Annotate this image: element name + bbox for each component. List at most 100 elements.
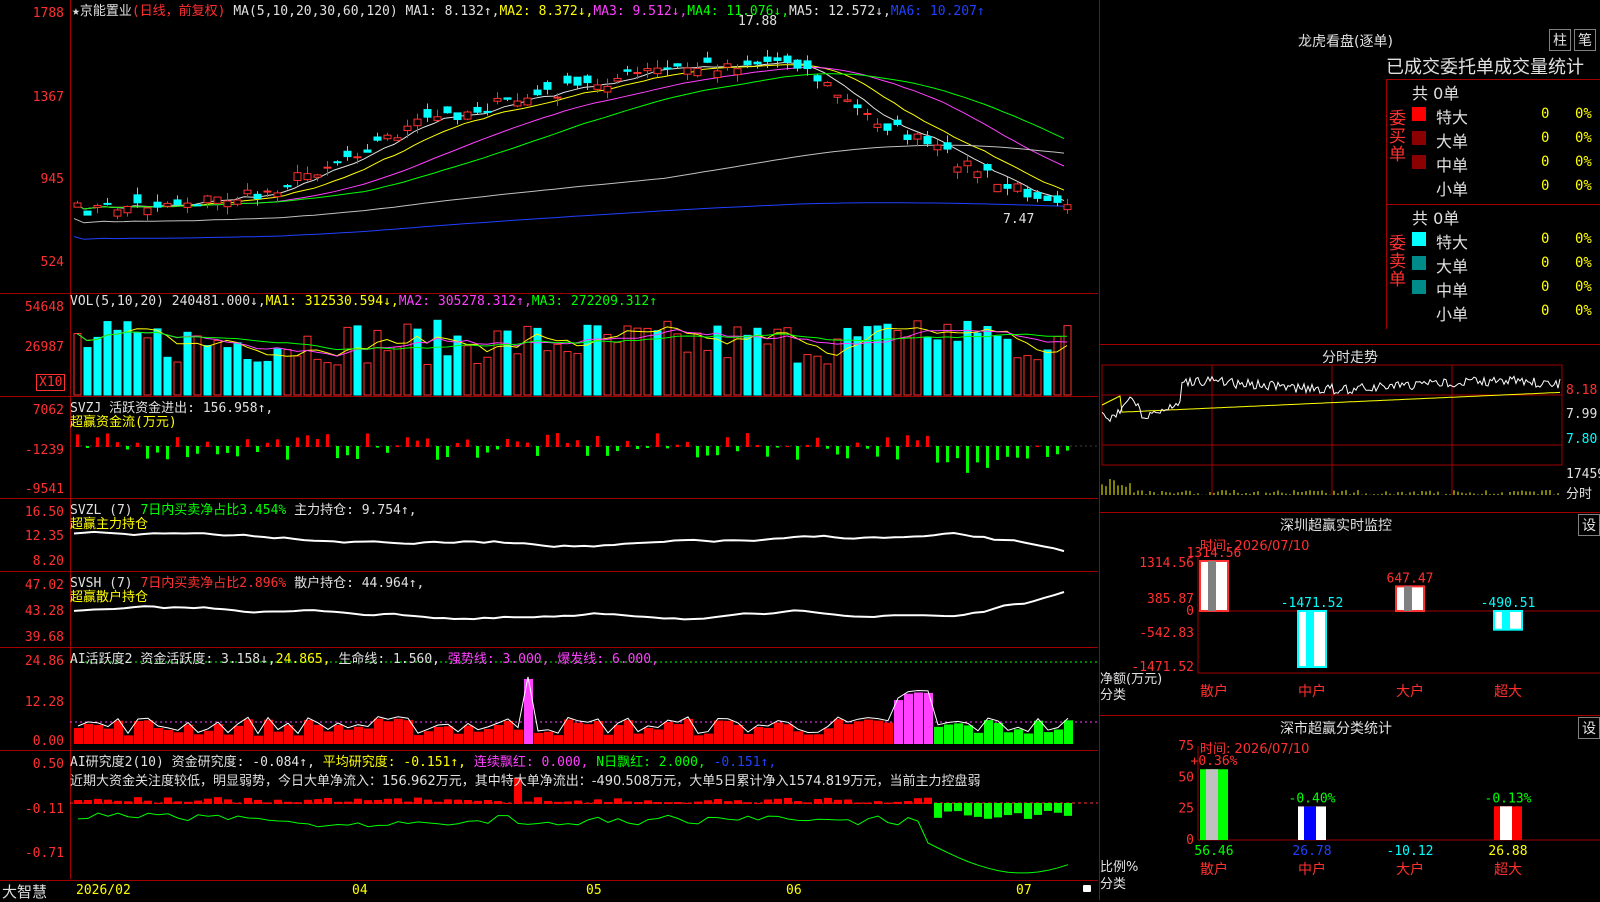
research-bar xyxy=(644,800,652,804)
research-bar xyxy=(304,799,312,804)
net-amount-bar-chart[interactable]: 1314.56385.870-542.83-1471.521314.56散户-1… xyxy=(1100,513,1600,715)
research-bar xyxy=(704,800,712,804)
research-bar xyxy=(594,799,602,804)
svzl-subtitle: 超赢主力持仓 xyxy=(70,517,149,532)
research-bar xyxy=(404,801,412,804)
month-label-2: 04 xyxy=(352,883,368,898)
candle xyxy=(253,193,262,200)
volume-bar xyxy=(1043,349,1052,396)
flow-bar xyxy=(736,446,739,452)
research-bar xyxy=(524,801,532,804)
flow-bar xyxy=(856,442,859,447)
svzl-pane[interactable]: SVZL (7) 7日内买卖净占比3.454% 主力持仓: 9.754↑, 超赢… xyxy=(0,499,1098,572)
flow-bar xyxy=(966,446,969,473)
ai-research-pane[interactable]: AI研究度2(10) 资金研究度: -0.084↑, 平均研究度: -0.151… xyxy=(0,751,1098,879)
volume-bar xyxy=(233,342,242,396)
flow-bar xyxy=(156,446,159,453)
flow-bar xyxy=(206,441,209,447)
ma2-value: MA2: 8.372↓, xyxy=(499,4,594,19)
ai-research-v5: -0.151↑, xyxy=(713,755,777,770)
candle xyxy=(123,205,132,214)
ratio-bar-chart[interactable]: 75 50 25 0 +0.36% 56.46 散户 -0.40% 26.78 中户 -10.12 大… xyxy=(1100,716,1600,900)
date-axis-bar: 大智慧 2026/02 04 05 06 07 xyxy=(0,880,1098,901)
volume-bar xyxy=(893,329,902,396)
flow-bar xyxy=(646,446,649,448)
research-bar xyxy=(1044,803,1052,811)
candle xyxy=(473,106,482,113)
volume-bar xyxy=(603,333,612,396)
ratio-value-label: 56.46 xyxy=(1194,844,1233,859)
volume-bar xyxy=(133,332,142,396)
activity-bar xyxy=(904,693,913,744)
bar-mode-button[interactable]: 柱 xyxy=(1549,29,1571,51)
research-bar xyxy=(734,800,742,804)
candle xyxy=(873,123,882,128)
flow-bar xyxy=(1066,446,1069,451)
flow-bar xyxy=(806,444,809,447)
activity-bar xyxy=(574,722,583,744)
ma6-line xyxy=(73,202,1065,240)
volume-bar xyxy=(563,351,572,396)
research-bar xyxy=(314,799,322,804)
research-bar xyxy=(164,797,172,804)
volume-chart[interactable] xyxy=(0,294,1098,396)
volume-bar xyxy=(903,336,912,396)
tick-mode-button[interactable]: 笔 xyxy=(1574,29,1596,51)
volume-bar xyxy=(223,347,232,396)
candlestick-chart[interactable] xyxy=(0,0,1098,293)
svzl-axis-1: 16.50 xyxy=(24,505,64,520)
flow-bar xyxy=(466,439,469,447)
candle xyxy=(783,55,792,63)
activity-bar xyxy=(354,726,363,744)
intraday-chart[interactable] xyxy=(1100,345,1600,512)
vol-axis-2: 26987 xyxy=(24,340,64,355)
price-legend: ★京能置业(日线，前复权) MA(5,10,20,30,60,120) MA1:… xyxy=(72,0,985,19)
activity-bar xyxy=(664,722,673,744)
activity-bar xyxy=(984,720,993,744)
price-pane[interactable]: ★京能置业(日线，前复权) MA(5,10,20,30,60,120) MA1:… xyxy=(0,0,1098,294)
class-axis-label: 25 xyxy=(1178,802,1194,817)
candle xyxy=(713,70,722,79)
flow-bar xyxy=(396,445,399,447)
flow-bar xyxy=(426,438,429,447)
svzj-pane[interactable]: SVZJ 活跃资金进出: 156.958↑, 超赢资金流(万元) 7062 -1… xyxy=(0,397,1098,499)
research-bar xyxy=(744,802,752,804)
category-label: 大户 xyxy=(1396,861,1424,878)
research-bar xyxy=(124,801,132,804)
research-bar xyxy=(584,802,592,804)
vol-ma1: MA1: 312530.594↓, xyxy=(265,294,399,309)
sz-monitor-panel[interactable]: 深圳超赢实时监控 设 时间: 2026/07/10 1314.56 385.87 0… xyxy=(1099,513,1600,716)
activity-bar xyxy=(214,724,223,744)
volume-pane[interactable]: VOL(5,10,20) 240481.000↓,MA1: 312530.594… xyxy=(0,294,1098,397)
volume-bar xyxy=(153,328,162,396)
volume-bar xyxy=(753,327,762,396)
sell-swatch-2 xyxy=(1412,256,1426,270)
flow-bar xyxy=(786,445,789,447)
ai-active-pane[interactable]: AI活跃度2 资金活跃度: 3.158↓,24.865, 生命线: 1.560,… xyxy=(0,648,1098,751)
intraday-panel[interactable]: 分时走势 8.18 7.99 7.80 17459 分时 xyxy=(1099,345,1600,513)
ai-research-v4: N日飘红: 2.000, xyxy=(596,755,706,770)
net-bar-stripe xyxy=(1502,611,1510,630)
lock-icon[interactable] xyxy=(1083,885,1091,892)
activity-bar xyxy=(864,719,873,744)
svsh-pane[interactable]: SVSH (7) 7日内买卖净占比2.896% 散户持仓: 44.964↑, 超… xyxy=(0,572,1098,648)
activity-bar xyxy=(494,724,503,744)
flow-bar xyxy=(266,442,269,447)
flow-bar xyxy=(616,446,619,452)
svsh-ratio: 7日内买卖净占比2.896% xyxy=(140,576,287,591)
sz-class-panel[interactable]: 深市超赢分类统计 设 时间: 2026/07/10 75 50 25 0 +0.36% 5… xyxy=(1099,716,1600,900)
chart-mode[interactable]: (日线，前复权) xyxy=(132,4,226,19)
activity-bar xyxy=(454,733,463,744)
flow-bar xyxy=(676,444,679,447)
candle xyxy=(243,189,252,195)
activity-bar xyxy=(514,729,523,744)
activity-bar xyxy=(734,724,743,744)
candle xyxy=(653,67,662,75)
class-axis-label: 75 xyxy=(1178,739,1194,754)
flow-bar xyxy=(1036,445,1039,447)
activity-bar xyxy=(234,725,243,744)
favorite-star-icon[interactable]: ★ xyxy=(72,4,80,19)
activity-bar xyxy=(314,724,323,744)
research-bar xyxy=(674,802,682,804)
candle xyxy=(563,75,572,84)
